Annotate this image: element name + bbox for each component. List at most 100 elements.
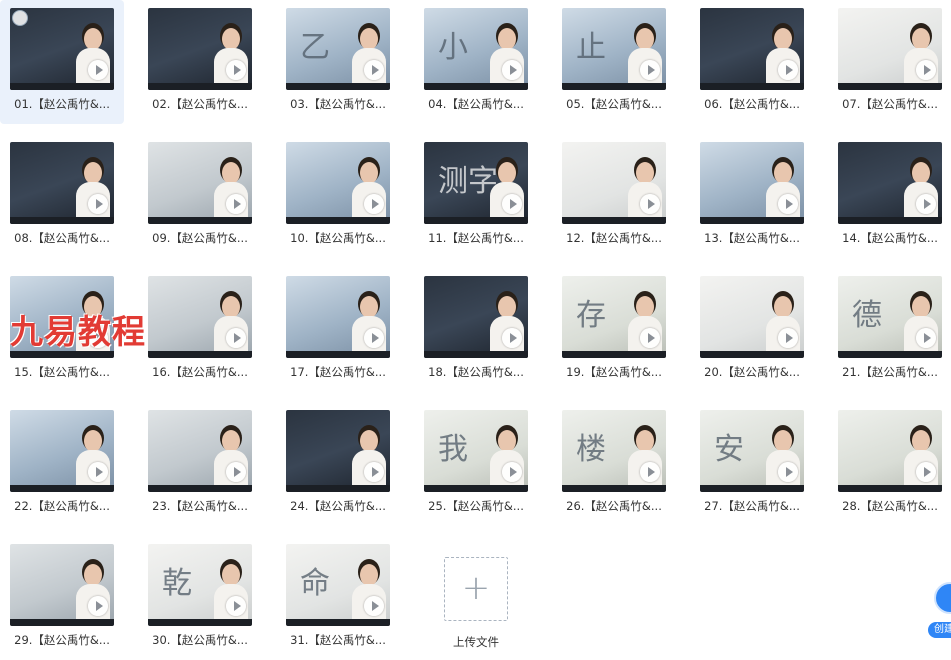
file-item[interactable]: 13.【赵公禹竹&... <box>690 134 814 258</box>
file-item[interactable]: 18.【赵公禹竹&... <box>414 268 538 392</box>
file-item[interactable]: 23.【赵公禹竹&... <box>138 402 262 526</box>
video-thumbnail[interactable]: 乾 <box>148 544 252 626</box>
play-icon[interactable] <box>778 60 798 80</box>
video-thumbnail[interactable]: 楼 <box>562 410 666 492</box>
file-item[interactable]: 测字 11.【赵公禹竹&... <box>414 134 538 258</box>
play-icon[interactable] <box>916 328 936 348</box>
file-item[interactable]: 止 05.【赵公禹竹&... <box>552 0 676 124</box>
play-icon[interactable] <box>226 60 246 80</box>
file-item[interactable]: 22.【赵公禹竹&... <box>0 402 124 526</box>
thumbnail-bottom-bar <box>700 485 804 492</box>
play-icon[interactable] <box>226 194 246 214</box>
video-thumbnail[interactable] <box>838 8 942 90</box>
play-icon[interactable] <box>502 462 522 482</box>
file-item[interactable]: 09.【赵公禹竹&... <box>138 134 262 258</box>
file-item[interactable]: 我 25.【赵公禹竹&... <box>414 402 538 526</box>
file-item[interactable]: 10.【赵公禹竹&... <box>276 134 400 258</box>
play-icon[interactable] <box>226 596 246 616</box>
video-thumbnail[interactable]: 我 <box>424 410 528 492</box>
play-icon[interactable] <box>640 60 660 80</box>
play-icon[interactable] <box>226 328 246 348</box>
file-item[interactable]: 07.【赵公禹竹&... <box>828 0 951 124</box>
play-icon[interactable] <box>916 194 936 214</box>
file-item[interactable]: 06.【赵公禹竹&... <box>690 0 814 124</box>
video-thumbnail[interactable] <box>148 276 252 358</box>
file-item[interactable]: 命 31.【赵公禹竹&... <box>276 536 400 660</box>
video-thumbnail[interactable] <box>700 8 804 90</box>
file-name: 31.【赵公禹竹&... <box>290 633 386 647</box>
presenter-head <box>84 430 102 452</box>
video-thumbnail[interactable]: 测字 <box>424 142 528 224</box>
play-icon[interactable] <box>88 194 108 214</box>
file-item[interactable]: 乾 30.【赵公禹竹&... <box>138 536 262 660</box>
video-thumbnail[interactable] <box>148 8 252 90</box>
video-thumbnail[interactable] <box>424 276 528 358</box>
video-thumbnail[interactable] <box>148 142 252 224</box>
floating-assistant-button[interactable]: 创建 <box>928 574 951 640</box>
play-icon[interactable] <box>778 194 798 214</box>
play-icon[interactable] <box>502 60 522 80</box>
video-thumbnail[interactable]: 乙 <box>286 8 390 90</box>
video-thumbnail[interactable] <box>148 410 252 492</box>
file-item[interactable]: 小 04.【赵公禹竹&... <box>414 0 538 124</box>
file-item[interactable]: 24.【赵公禹竹&... <box>276 402 400 526</box>
play-icon[interactable] <box>502 328 522 348</box>
file-item[interactable]: 14.【赵公禹竹&... <box>828 134 951 258</box>
select-checkbox-icon[interactable] <box>12 10 28 26</box>
video-thumbnail[interactable] <box>10 544 114 626</box>
video-thumbnail[interactable] <box>700 142 804 224</box>
presenter-head <box>636 430 654 452</box>
video-thumbnail[interactable] <box>700 276 804 358</box>
video-thumbnail[interactable] <box>838 142 942 224</box>
video-thumbnail[interactable]: 小 <box>424 8 528 90</box>
file-item[interactable]: 28.【赵公禹竹&... <box>828 402 951 526</box>
presenter-head <box>636 162 654 184</box>
play-icon[interactable] <box>778 462 798 482</box>
play-icon[interactable] <box>88 60 108 80</box>
play-icon[interactable] <box>916 60 936 80</box>
play-icon[interactable] <box>364 60 384 80</box>
file-item[interactable]: 02.【赵公禹竹&... <box>138 0 262 124</box>
video-thumbnail[interactable]: 安 <box>700 410 804 492</box>
file-item[interactable]: 德 21.【赵公禹竹&... <box>828 268 951 392</box>
file-item[interactable]: 29.【赵公禹竹&... <box>0 536 124 660</box>
file-item[interactable]: 楼 26.【赵公禹竹&... <box>552 402 676 526</box>
video-thumbnail[interactable]: 命 <box>286 544 390 626</box>
file-name: 14.【赵公禹竹&... <box>842 231 938 245</box>
upload-file-button[interactable]: + <box>444 557 508 621</box>
play-icon[interactable] <box>364 462 384 482</box>
file-item[interactable]: 12.【赵公禹竹&... <box>552 134 676 258</box>
play-icon[interactable] <box>364 328 384 348</box>
play-icon[interactable] <box>364 194 384 214</box>
file-item[interactable]: 17.【赵公禹竹&... <box>276 268 400 392</box>
play-icon[interactable] <box>640 194 660 214</box>
presenter-head <box>498 296 516 318</box>
video-thumbnail[interactable] <box>10 142 114 224</box>
video-thumbnail[interactable] <box>562 142 666 224</box>
play-icon[interactable] <box>88 462 108 482</box>
thumbnail-glyph: 测字 <box>438 164 498 199</box>
video-thumbnail[interactable]: 止 <box>562 8 666 90</box>
video-thumbnail[interactable] <box>286 410 390 492</box>
video-thumbnail[interactable] <box>10 410 114 492</box>
play-icon[interactable] <box>226 462 246 482</box>
play-icon[interactable] <box>640 328 660 348</box>
play-icon[interactable] <box>364 596 384 616</box>
play-icon[interactable] <box>502 194 522 214</box>
play-icon[interactable] <box>778 328 798 348</box>
file-item[interactable]: 01.【赵公禹竹&... <box>0 0 124 124</box>
play-icon[interactable] <box>640 462 660 482</box>
video-thumbnail[interactable]: 德 <box>838 276 942 358</box>
video-thumbnail[interactable] <box>286 276 390 358</box>
file-item[interactable]: 安 27.【赵公禹竹&... <box>690 402 814 526</box>
file-item[interactable]: 16.【赵公禹竹&... <box>138 268 262 392</box>
file-item[interactable]: 乙 03.【赵公禹竹&... <box>276 0 400 124</box>
file-item[interactable]: 存 19.【赵公禹竹&... <box>552 268 676 392</box>
file-item[interactable]: 08.【赵公禹竹&... <box>0 134 124 258</box>
file-item[interactable]: 20.【赵公禹竹&... <box>690 268 814 392</box>
play-icon[interactable] <box>88 596 108 616</box>
video-thumbnail[interactable] <box>838 410 942 492</box>
play-icon[interactable] <box>916 462 936 482</box>
video-thumbnail[interactable] <box>286 142 390 224</box>
video-thumbnail[interactable]: 存 <box>562 276 666 358</box>
